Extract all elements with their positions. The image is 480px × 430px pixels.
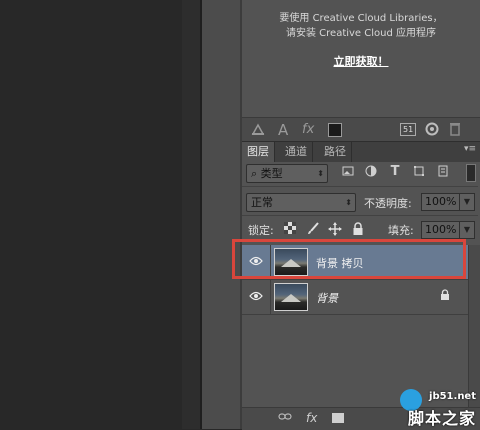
chevron-updown-icon: ⬍: [345, 198, 352, 207]
lock-icon[interactable]: [440, 289, 450, 304]
tab-paths[interactable]: 路径: [319, 142, 352, 162]
eye-icon[interactable]: [248, 290, 264, 304]
lock-paint-icon[interactable]: [306, 222, 320, 239]
trash-icon[interactable]: [448, 121, 462, 143]
library-toolbar: A fx 51: [242, 117, 480, 142]
get-now-link[interactable]: 立即获取！: [242, 53, 480, 69]
layers-scrollbar[interactable]: [468, 245, 480, 407]
canvas-edge: [182, 0, 200, 429]
layer-row-background[interactable]: 背景: [242, 280, 468, 315]
blend-mode-value: 正常: [251, 196, 273, 209]
fx-icon[interactable]: fx: [306, 411, 317, 425]
watermark-url: jb51.net: [429, 391, 476, 402]
shape-filter-icon[interactable]: [412, 165, 426, 179]
cc-message-line1: 要使用 Creative Cloud Libraries，: [279, 13, 443, 24]
library-count-icon[interactable]: 51: [400, 123, 417, 136]
chevron-updown-icon: ⬍: [317, 169, 324, 178]
stamp-icon[interactable]: [250, 121, 266, 143]
watermark-name: 脚本之家: [407, 409, 476, 428]
separator: [242, 215, 478, 216]
mask-icon[interactable]: [332, 413, 344, 423]
adjustment-filter-icon[interactable]: [364, 165, 378, 179]
separator: [242, 186, 478, 187]
separator: [270, 280, 271, 314]
fx-icon[interactable]: fx: [302, 121, 314, 139]
layer-name[interactable]: 背景: [316, 290, 338, 306]
canvas-area: [0, 0, 182, 429]
opacity-label: 不透明度:: [364, 197, 412, 210]
panel-tabbar: 图层 通道 路径 ▾≡: [242, 141, 480, 162]
lock-position-icon[interactable]: [328, 222, 342, 239]
watermark: jb51.net 脚本之家: [400, 389, 480, 429]
collapsed-panel-dock: [202, 0, 240, 429]
layer-thumbnail[interactable]: [274, 283, 308, 311]
filter-kind-select[interactable]: ⌕ 类型 ⬍: [246, 164, 328, 183]
panel-menu-icon[interactable]: ▾≡: [464, 144, 476, 154]
opacity-dropdown-icon[interactable]: ▼: [459, 193, 475, 211]
image-filter-icon[interactable]: [341, 165, 355, 179]
fill-dropdown-icon[interactable]: ▼: [459, 221, 475, 239]
cc-message-line2: 请安装 Creative Cloud 应用程序: [285, 28, 437, 39]
filter-kind-label: 类型: [260, 167, 283, 180]
smart-object-filter-icon[interactable]: [436, 165, 450, 179]
highlight-box: [232, 239, 466, 279]
filter-toggle-switch[interactable]: [466, 164, 476, 182]
type-filter-icon[interactable]: T: [388, 165, 402, 179]
lock-transparent-icon[interactable]: [284, 222, 296, 237]
cloud-sync-icon[interactable]: [424, 121, 440, 143]
blend-mode-select[interactable]: 正常 ⬍: [246, 193, 356, 212]
lock-label: 锁定:: [248, 224, 274, 237]
lock-all-icon[interactable]: [352, 222, 364, 239]
opacity-input[interactable]: 100%: [421, 193, 460, 211]
text-a-icon[interactable]: A: [278, 121, 288, 139]
fill-label: 填充:: [388, 224, 414, 237]
search-icon: ⌕: [251, 167, 261, 180]
tab-layers[interactable]: 图层: [242, 142, 275, 162]
fill-input[interactable]: 100%: [421, 221, 460, 239]
link-layers-icon[interactable]: [278, 411, 292, 426]
tab-channels[interactable]: 通道: [280, 142, 313, 162]
color-swatch-icon[interactable]: [328, 123, 342, 137]
